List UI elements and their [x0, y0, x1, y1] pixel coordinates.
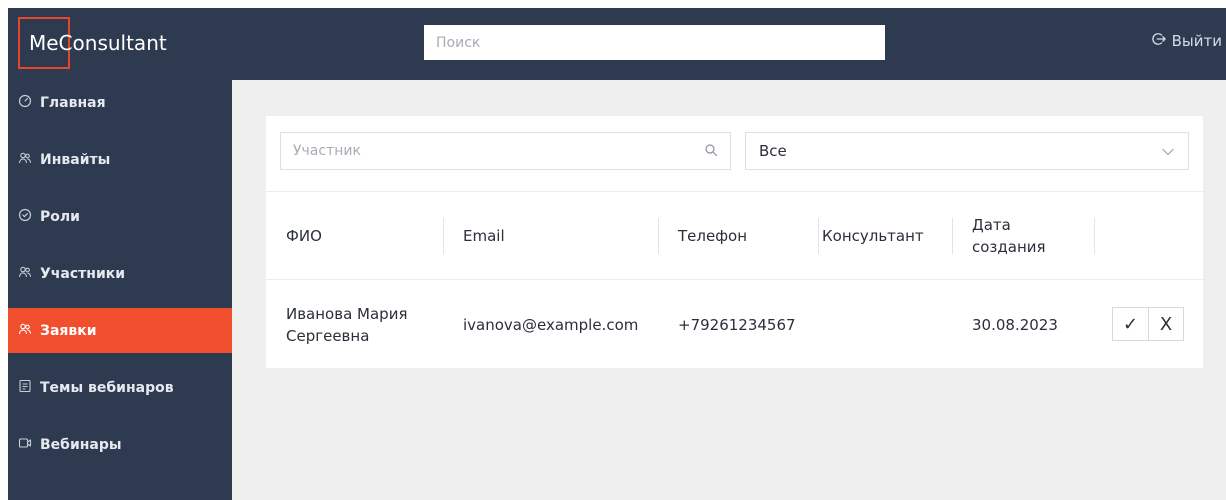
sidebar-item-roles[interactable]: Роли	[8, 194, 232, 239]
cell-fio: Иванова Мария Сергеевна	[286, 304, 408, 345]
column-separator	[952, 218, 953, 254]
column-header-created: Дата создания	[972, 216, 1046, 256]
status-select[interactable]: Все	[745, 132, 1189, 170]
sidebar-item-invites[interactable]: Инвайты	[8, 137, 232, 182]
sidebar-item-label: Главная	[40, 94, 106, 111]
document-icon	[18, 379, 32, 397]
sidebar-item-home[interactable]: Главная	[8, 80, 232, 125]
logout-label: Выйти	[1171, 32, 1222, 50]
video-icon	[18, 436, 32, 454]
users-icon	[18, 265, 32, 283]
users-icon	[18, 151, 32, 169]
cell-created: 30.08.2023	[972, 315, 1058, 334]
table-header: ФИО Email Телефон Консультант Дата созда…	[266, 192, 1203, 280]
column-header-email: Email	[463, 227, 505, 245]
users-icon	[18, 322, 32, 340]
participant-search-input[interactable]	[293, 143, 704, 159]
logout-icon	[1151, 32, 1166, 50]
search-input[interactable]	[424, 25, 885, 60]
column-separator	[1094, 218, 1095, 254]
chevron-down-icon	[1162, 142, 1174, 160]
row-actions: ✓ X	[1112, 307, 1184, 341]
column-header-consultant: Консультант	[822, 227, 924, 245]
sidebar-item-label: Заявки	[40, 322, 97, 339]
sidebar-item-label: Роли	[40, 208, 80, 225]
participant-filter[interactable]	[280, 132, 731, 170]
table-row: Иванова Мария Сергеевна ivanova@example.…	[266, 281, 1203, 368]
status-select-value: Все	[759, 142, 787, 160]
cell-email: ivanova@example.com	[463, 315, 639, 334]
cell-phone: +79261234567	[678, 315, 796, 334]
column-separator	[658, 218, 659, 254]
sidebar: Главная Инвайты Роли Участники Заявки Те…	[8, 80, 232, 500]
column-header-fio: ФИО	[286, 227, 322, 245]
shield-icon	[18, 208, 32, 226]
sidebar-item-label: Участники	[40, 265, 126, 282]
sidebar-item-webinar-topics[interactable]: Темы вебинаров	[8, 365, 232, 410]
column-separator	[818, 218, 819, 254]
logo[interactable]: MeConsultant	[29, 31, 167, 55]
sidebar-item-participants[interactable]: Участники	[8, 251, 232, 296]
sidebar-item-webinars[interactable]: Вебинары	[8, 422, 232, 467]
dashboard-icon	[18, 94, 32, 112]
sidebar-item-requests[interactable]: Заявки	[8, 308, 232, 353]
reject-button[interactable]: X	[1147, 308, 1183, 340]
logout-button[interactable]: Выйти	[1151, 32, 1222, 50]
sidebar-item-label: Темы вебинаров	[40, 379, 174, 396]
column-separator	[443, 218, 444, 254]
sidebar-item-label: Вебинары	[40, 436, 122, 453]
sidebar-item-label: Инвайты	[40, 151, 111, 168]
column-header-phone: Телефон	[678, 227, 748, 245]
top-bar: MeConsultant Выйти	[8, 8, 1226, 80]
approve-button[interactable]: ✓	[1113, 308, 1148, 340]
app-frame: MeConsultant Выйти Главная Инвайты Роли …	[8, 8, 1226, 500]
search-icon[interactable]	[704, 142, 718, 161]
requests-card: Все ФИО Email Телефон Консультант Дата с…	[266, 116, 1203, 368]
